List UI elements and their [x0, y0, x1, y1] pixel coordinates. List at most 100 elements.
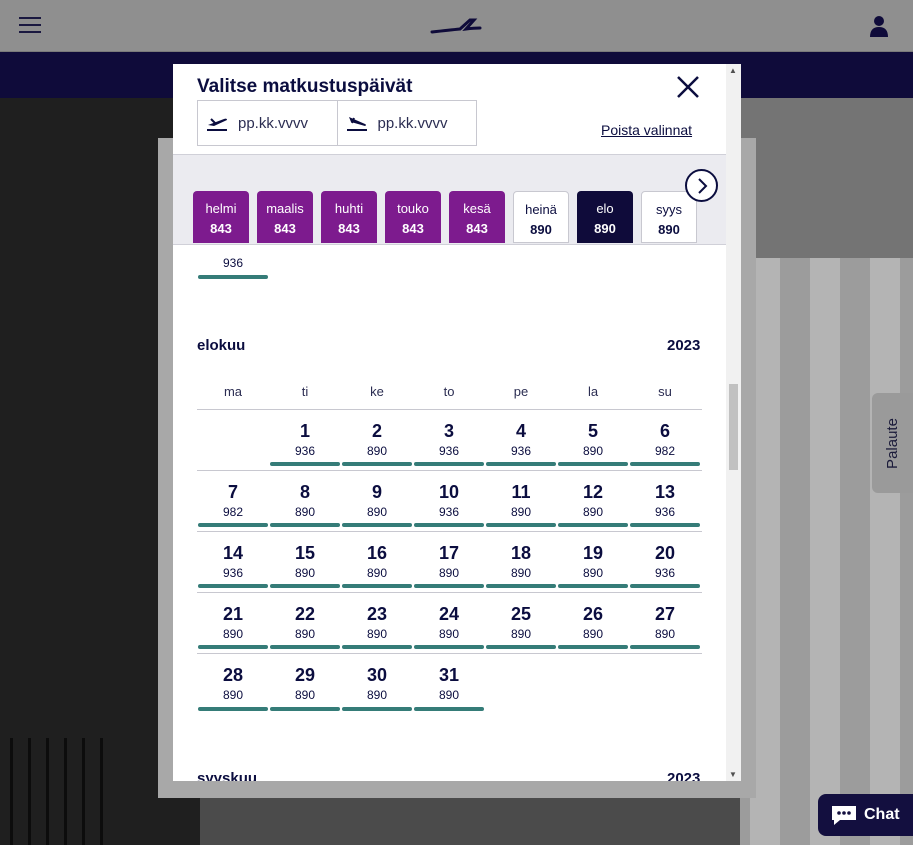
- day-cell-2[interactable]: 2 890: [341, 410, 413, 470]
- day-price: 890: [438, 566, 460, 580]
- day-cell-3[interactable]: 3 936: [413, 410, 485, 470]
- day-cell-19[interactable]: 19 890: [557, 532, 629, 592]
- month-tab-helmi[interactable]: helmi 843: [193, 191, 249, 243]
- month-tab-heinä[interactable]: heinä 890: [513, 191, 569, 243]
- month-tab-price: 843: [274, 221, 296, 236]
- modal-vertical-scrollbar[interactable]: ▲ ▼: [726, 64, 741, 781]
- price-bar: [342, 523, 412, 527]
- day-cell-11[interactable]: 11 890: [485, 471, 557, 531]
- day-price: 936: [654, 505, 676, 519]
- price-bar: [198, 707, 268, 711]
- month-tab-huhti[interactable]: huhti 843: [321, 191, 377, 243]
- day-cell-31[interactable]: 31 890: [413, 654, 485, 715]
- calendar-week-row: 21 890 22 890 23 890 24 890 25 890 26 890 27 890: [197, 593, 702, 654]
- weekday-header: ma ti ke to pe la su: [197, 384, 702, 410]
- day-cell-23[interactable]: 23 890: [341, 593, 413, 653]
- price-bar: [558, 584, 628, 588]
- return-date-field[interactable]: pp.kk.vvvv: [336, 101, 477, 145]
- month-tab-syys[interactable]: syys 890: [641, 191, 697, 243]
- day-cell-28[interactable]: 28 890: [197, 654, 269, 715]
- day-number: 4: [515, 421, 526, 441]
- previous-month-last-day[interactable]: 936: [198, 246, 268, 279]
- day-cell-14[interactable]: 14 936: [197, 532, 269, 592]
- day-cell-17[interactable]: 17 890: [413, 532, 485, 592]
- day-cell-21[interactable]: 21 890: [197, 593, 269, 653]
- feedback-tab[interactable]: Palaute: [872, 393, 913, 493]
- departure-date-field[interactable]: pp.kk.vvvv: [198, 101, 337, 145]
- day-cell-22[interactable]: 22 890: [269, 593, 341, 653]
- next-months-button[interactable]: [685, 169, 718, 202]
- price-bar: [270, 523, 340, 527]
- day-cell-1[interactable]: 1 936: [269, 410, 341, 470]
- day-number: 24: [438, 604, 460, 624]
- airline-logo-icon[interactable]: [430, 16, 482, 36]
- weekday-label: to: [443, 384, 455, 399]
- day-price: 890: [582, 444, 604, 458]
- price-bar: [342, 584, 412, 588]
- day-price: 936: [438, 444, 460, 458]
- date-picker-modal: Valitse matkustuspäivät pp.kk.vvvv pp.kk…: [173, 64, 741, 781]
- day-price: 982: [654, 444, 676, 458]
- month-tab-label: huhti: [334, 201, 364, 216]
- day-cell-30[interactable]: 30 890: [341, 654, 413, 715]
- day-cell-5[interactable]: 5 890: [557, 410, 629, 470]
- day-number: 15: [294, 543, 316, 563]
- day-number: 31: [438, 665, 460, 685]
- month-tab-maalis[interactable]: maalis 843: [257, 191, 313, 243]
- day-cell-6[interactable]: 6 982: [629, 410, 701, 470]
- day-price: 890: [366, 444, 388, 458]
- day-cell-9[interactable]: 9 890: [341, 471, 413, 531]
- price-bar: [486, 523, 556, 527]
- day-price: 890: [366, 688, 388, 702]
- day-number: 11: [511, 482, 531, 502]
- month-tab-price: 843: [210, 221, 232, 236]
- day-cell-18[interactable]: 18 890: [485, 532, 557, 592]
- day-cell-8[interactable]: 8 890: [269, 471, 341, 531]
- month-tab-price: 843: [466, 221, 488, 236]
- calendar-week-row: 1 936 2 890 3 936 4 936 5 890 6 982: [197, 410, 702, 471]
- price-bar: [198, 523, 268, 527]
- price-bar: [270, 584, 340, 588]
- month-tab-elo[interactable]: elo 890: [577, 191, 633, 243]
- day-cell-27[interactable]: 27 890: [629, 593, 701, 653]
- day-cell-24[interactable]: 24 890: [413, 593, 485, 653]
- price-bar: [630, 462, 700, 466]
- month-tab-touko[interactable]: touko 843: [385, 191, 441, 243]
- price-bar: [558, 523, 628, 527]
- weekday-label: ti: [301, 384, 309, 399]
- day-cell-12[interactable]: 12 890: [557, 471, 629, 531]
- day-cell-20[interactable]: 20 936: [629, 532, 701, 592]
- month-tab-label: heinä: [525, 202, 557, 217]
- day-cell-10[interactable]: 10 936: [413, 471, 485, 531]
- hamburger-menu-icon[interactable]: [19, 17, 41, 35]
- price-bar: [270, 462, 340, 466]
- day-number: 2: [371, 421, 382, 441]
- day-cell-25[interactable]: 25 890: [485, 593, 557, 653]
- day-cell-16[interactable]: 16 890: [341, 532, 413, 592]
- month-tab-label: kesä: [463, 201, 491, 216]
- day-cell-15[interactable]: 15 890: [269, 532, 341, 592]
- close-icon[interactable]: [674, 73, 702, 101]
- day-cell-26[interactable]: 26 890: [557, 593, 629, 653]
- next-month-title: syyskuu: [197, 770, 258, 781]
- day-number: 6: [659, 421, 670, 441]
- day-price: 982: [222, 505, 244, 519]
- price-bar: [198, 584, 268, 588]
- day-cell-7[interactable]: 7 982: [197, 471, 269, 531]
- chat-button[interactable]: Chat: [818, 794, 913, 836]
- month-tab-price: 890: [530, 222, 552, 237]
- day-cell-29[interactable]: 29 890: [269, 654, 341, 715]
- day-cell-13[interactable]: 13 936: [629, 471, 701, 531]
- day-number: 10: [438, 482, 460, 502]
- price-bar: [414, 645, 484, 649]
- day-price: 890: [222, 688, 244, 702]
- user-account-icon[interactable]: [869, 15, 889, 37]
- day-cell-4[interactable]: 4 936: [485, 410, 557, 470]
- day-number: 28: [222, 665, 244, 685]
- chevron-right-icon: [697, 177, 707, 194]
- day-number: 3: [443, 421, 454, 441]
- clear-selections-link[interactable]: Poista valinnat: [601, 122, 692, 138]
- month-tab-kesä[interactable]: kesä 843: [449, 191, 505, 243]
- day-number: 5: [587, 421, 598, 441]
- day-price: 890: [582, 505, 604, 519]
